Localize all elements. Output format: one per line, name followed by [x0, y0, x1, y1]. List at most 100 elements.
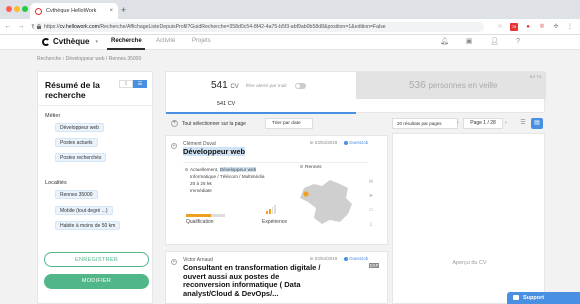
- candidate-card[interactable]: + Clément Duval Développeur web le 03/04…: [165, 135, 388, 245]
- lock-icon: [37, 24, 41, 29]
- metier-chip[interactable]: Postes recherchés: [55, 153, 107, 162]
- beta-badge: BETA: [529, 74, 542, 79]
- candidate-title[interactable]: Développeur web: [183, 147, 323, 157]
- breadcrumb[interactable]: Recherche › Développeur web / Rennes 350…: [37, 56, 141, 62]
- chevron-down-icon[interactable]: ▾: [95, 39, 98, 45]
- select-all-link[interactable]: Tout sélectionner sur la page: [182, 121, 246, 127]
- results-header: 541 CV Être alerté par mail 536 personne…: [165, 71, 546, 114]
- next-page-icon[interactable]: ›: [505, 120, 507, 126]
- select-all-icon[interactable]: +: [171, 120, 178, 127]
- prev-page-icon[interactable]: ‹: [457, 120, 459, 126]
- preview-label: Aperçu du CV: [452, 260, 487, 266]
- select-candidate-icon[interactable]: +: [171, 259, 177, 265]
- logo-mark-icon: [42, 37, 50, 46]
- mail-icon[interactable]: ✉: [367, 178, 375, 186]
- forward-icon[interactable]: →: [16, 23, 26, 30]
- info-location: Rennes: [300, 165, 322, 170]
- metier-chip[interactable]: Développeur web: [55, 123, 104, 132]
- user-icon[interactable]: 👤︎: [490, 38, 499, 46]
- browser-tab[interactable]: Cvthèque HelloWork ×: [30, 3, 118, 19]
- briefcase-icon: [185, 168, 188, 172]
- list-view-icon[interactable]: ☰: [133, 80, 147, 88]
- download-icon[interactable]: ⤓: [367, 220, 375, 228]
- modify-search-button[interactable]: MODIFIER: [44, 274, 149, 289]
- card-actions: ✉ ➤ ▭ ⤓: [367, 178, 375, 228]
- tab-cv[interactable]: 541 CV: [217, 101, 235, 107]
- alert-toggle[interactable]: [295, 83, 306, 89]
- candidate-source: OuestJob: [344, 140, 368, 145]
- close-tab-icon[interactable]: ×: [109, 8, 113, 14]
- logo-text: Cvthèque: [53, 37, 90, 46]
- candidate-date: le 03/04/2019: [310, 256, 338, 261]
- extensions-icon[interactable]: ✣: [552, 23, 560, 31]
- grid-view-icon[interactable]: ⁞⁞: [119, 80, 133, 88]
- localite-chip[interactable]: Rennes 35000: [55, 190, 98, 199]
- current-position: Développeur web: [219, 167, 257, 172]
- tab-active-underline: [166, 112, 356, 114]
- save-search-button[interactable]: ENREGISTRER: [44, 252, 149, 267]
- experience-bar: [268, 209, 271, 214]
- info-current: Actuellement, Développeur web: [185, 167, 257, 172]
- current-prefix: Actuellement,: [190, 167, 220, 172]
- extension-badge-icon[interactable]: 78: [510, 23, 518, 31]
- url-host: cv.hellowork.com: [59, 24, 99, 30]
- bell-icon[interactable]: 🔔︎: [440, 38, 449, 46]
- new-tab-icon[interactable]: +: [121, 5, 126, 15]
- view-toggle: ⁞⁞ ☰: [119, 80, 147, 88]
- nav-active-underline: [107, 48, 145, 50]
- experience-bar: [266, 211, 268, 214]
- back-icon[interactable]: ←: [3, 23, 13, 30]
- menu-dots-icon[interactable]: ⋮: [566, 23, 574, 31]
- star-icon[interactable]: ☆: [496, 23, 504, 31]
- chat-icon: [513, 295, 519, 300]
- candidate-card[interactable]: + Victor Arnaud Consultant en transforma…: [165, 251, 388, 304]
- localites-label: Localités: [45, 180, 67, 186]
- location-marker-icon: [303, 191, 309, 197]
- support-button[interactable]: Support: [507, 292, 580, 304]
- info-sector: Informatique / Télécom / Multimédia: [190, 174, 265, 179]
- sort-select[interactable]: Trier par date: [265, 118, 313, 129]
- veille-tab[interactable]: 536 personnes en veille BETA: [356, 72, 546, 99]
- list-view-icon[interactable]: ☰: [517, 118, 529, 129]
- per-page-select[interactable]: 20 résultats par pages: [392, 118, 458, 129]
- select-candidate-icon[interactable]: +: [171, 143, 177, 149]
- divider: [183, 162, 368, 163]
- nav-activite[interactable]: Activité: [156, 38, 175, 44]
- veille-count: 536 personnes en veille: [409, 80, 497, 91]
- candidate-source: OuestJob: [344, 256, 368, 261]
- localite-chip[interactable]: Habite à moins de 50 km: [55, 221, 121, 230]
- experience-label: Expérience: [262, 219, 288, 225]
- candidate-title[interactable]: Consultant en transformation digitale / …: [183, 263, 323, 298]
- minimize-window-icon[interactable]: [14, 6, 20, 12]
- pocket-icon[interactable]: ●: [524, 23, 532, 31]
- localite-chip[interactable]: Mobile (tout degré ...): [55, 206, 113, 215]
- qualification-bar: [186, 214, 225, 217]
- url-scheme: https://: [44, 24, 60, 30]
- candidate-date: le 03/04/2019: [310, 140, 338, 145]
- france-map: [300, 180, 352, 224]
- pinterest-icon[interactable]: ℗: [538, 23, 546, 31]
- browser-tabbar: Cvthèque HelloWork × +: [0, 0, 580, 19]
- experience-bar: [271, 207, 274, 214]
- nav-projets[interactable]: Projets: [192, 38, 211, 44]
- send-icon[interactable]: ➤: [367, 192, 375, 200]
- help-icon[interactable]: ?: [514, 38, 522, 46]
- alert-label: Être alerté par mail: [246, 84, 287, 89]
- address-bar-row: ← → ↻ https://cv.hellowork.com/Recherche…: [0, 19, 580, 35]
- app-logo[interactable]: Cvthèque ▾: [42, 37, 98, 46]
- candidate-source-text: OuestJob: [349, 140, 369, 145]
- maximize-window-icon[interactable]: [22, 6, 28, 12]
- app-header: Cvthèque ▾ Recherche Activité Projets 🔔︎…: [0, 35, 580, 50]
- metier-chip[interactable]: Postes actuels: [55, 138, 98, 147]
- folder-icon[interactable]: ▭: [367, 206, 375, 214]
- nav-recherche[interactable]: Recherche: [111, 38, 142, 44]
- pager[interactable]: Page 1 / 28: [463, 118, 503, 129]
- url-field[interactable]: https://cv.hellowork.com/Recherche/Affic…: [34, 22, 484, 32]
- experience-bar: [274, 205, 276, 214]
- split-view-icon[interactable]: ▤: [531, 118, 543, 129]
- results-toolbar: + Tout sélectionner sur la page Trier pa…: [165, 117, 545, 131]
- cv-icon[interactable]: ▣: [465, 38, 473, 46]
- cv-count-number: 541: [211, 80, 228, 91]
- search-summary-panel: Résumé de la recherche ⁞⁞ ☰ Métier Dével…: [37, 71, 154, 304]
- close-window-icon[interactable]: [6, 6, 12, 12]
